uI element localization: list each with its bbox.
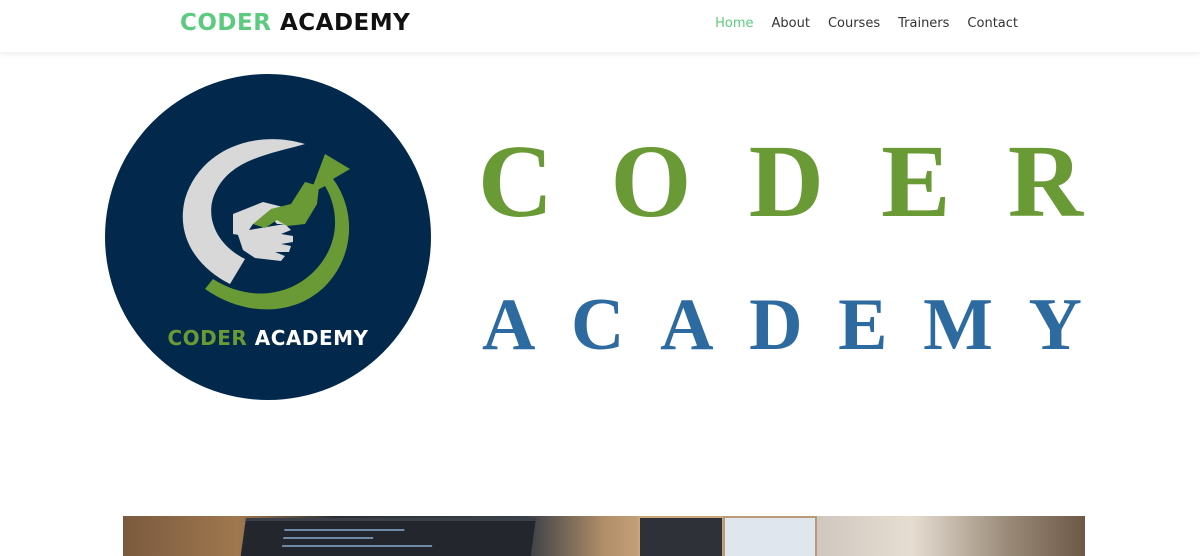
laptop-image-part <box>239 518 537 556</box>
phone-image-part <box>723 516 817 556</box>
emblem-graphic <box>105 74 431 400</box>
tablet-image-part <box>638 516 724 556</box>
brand-text-academy: ACADEMY <box>279 10 411 36</box>
emblem-caption-academy: ACADEMY <box>254 326 369 350</box>
nav-item-about[interactable]: About <box>772 16 810 31</box>
logo-letter: A <box>660 284 714 366</box>
logo-letter: E <box>838 284 888 366</box>
brand-logo[interactable]: CODER ACADEMY <box>180 10 410 36</box>
brand-text-coder: CODER <box>180 10 272 36</box>
logo-letter: E <box>881 124 951 239</box>
logo-letter: C <box>478 124 554 239</box>
nav-item-trainers[interactable]: Trainers <box>898 16 949 31</box>
nav-item-contact[interactable]: Contact <box>967 16 1018 31</box>
screen-line <box>281 545 433 547</box>
logo-letter: Y <box>1028 284 1082 366</box>
logo-word-coder: C O D E R <box>478 130 1083 234</box>
main-nav: Home About Courses Trainers Contact <box>715 16 1018 31</box>
nav-item-courses[interactable]: Courses <box>828 16 880 31</box>
logo-letter: O <box>610 124 692 239</box>
emblem-caption-coder: CODER <box>167 326 248 350</box>
hero-image <box>123 516 1085 556</box>
logo-letter: A <box>482 284 536 366</box>
academy-emblem: CODER ACADEMY <box>105 74 431 400</box>
logo-letter: C <box>571 284 625 366</box>
logo-letter: D <box>749 284 803 366</box>
logo-banner: CODER ACADEMY C O D E R A C A D E M Y <box>0 52 1200 432</box>
screen-line <box>284 529 405 531</box>
nav-item-home[interactable]: Home <box>715 16 753 31</box>
logo-letter: M <box>923 284 993 366</box>
logo-word-academy: A C A D E M Y <box>482 288 1082 362</box>
screen-line <box>283 537 374 539</box>
logo-letter: D <box>748 124 824 239</box>
emblem-caption: CODER ACADEMY <box>105 326 431 350</box>
site-header: CODER ACADEMY Home About Courses Trainer… <box>0 0 1200 52</box>
logo-letter: R <box>1007 124 1083 239</box>
